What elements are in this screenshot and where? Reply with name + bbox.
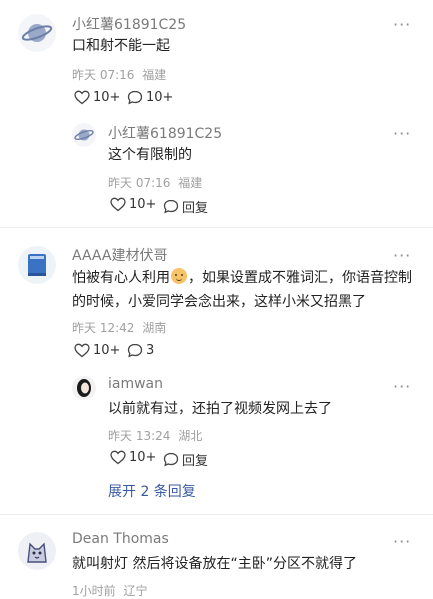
divider xyxy=(0,227,433,228)
planet-icon xyxy=(21,24,53,42)
planet-icon xyxy=(74,129,94,141)
comment-text: 这个有限制的 xyxy=(108,147,192,163)
location: 福建 xyxy=(178,176,203,190)
reply-button[interactable]: 回复 xyxy=(163,450,208,469)
comment-meta: 1小时前 辽宁 xyxy=(72,582,147,599)
comment-bubble-icon xyxy=(163,452,179,467)
comment-text-part: 怕被有心人利用 xyxy=(72,270,170,286)
timestamp: 昨天 07:16 xyxy=(72,68,135,82)
comment-text: 以前就有过，还拍了视频发网上去了 xyxy=(108,401,332,417)
reply-button[interactable]: 回复 xyxy=(163,197,208,216)
avatar[interactable] xyxy=(18,246,56,284)
comment-meta: 昨天 07:16 福建 xyxy=(72,66,166,83)
divider xyxy=(0,514,433,515)
like-count: 10+ xyxy=(93,343,121,358)
heart-icon xyxy=(74,90,90,105)
comment-bubble-icon xyxy=(127,343,143,358)
dog-icon xyxy=(27,542,47,563)
more-options-icon[interactable]: ··· xyxy=(393,534,411,550)
more-options-icon[interactable]: ··· xyxy=(393,379,411,395)
comment-text: 就叫射灯 然后将设备放在“主卧”分区不就得了 xyxy=(72,556,357,572)
username[interactable]: 小红薯61891C25 xyxy=(108,123,222,143)
like-button[interactable]: 10+ xyxy=(74,343,120,358)
like-button[interactable]: 10+ xyxy=(110,197,156,212)
location: 湖南 xyxy=(142,321,167,335)
avatar[interactable] xyxy=(18,532,56,570)
more-options-icon[interactable]: ··· xyxy=(393,126,411,142)
comment-button[interactable]: 3 xyxy=(127,343,154,358)
like-button[interactable]: 10+ xyxy=(74,90,120,105)
comment-text: 口和射不能一起 xyxy=(72,38,170,54)
avatar[interactable] xyxy=(72,376,96,400)
comment-bubble-icon xyxy=(127,90,143,105)
reply-label: 回复 xyxy=(182,454,209,469)
like-count: 10+ xyxy=(93,90,121,105)
timestamp: 昨天 07:16 xyxy=(108,176,171,190)
avatar[interactable] xyxy=(18,14,56,52)
like-count: 10+ xyxy=(129,197,157,212)
username[interactable]: Dean Thomas xyxy=(72,531,169,547)
heart-icon xyxy=(110,450,126,465)
like-button[interactable]: 10+ xyxy=(110,450,156,465)
timestamp: 昨天 13:24 xyxy=(108,429,171,443)
username[interactable]: AAAA建材伏哥 xyxy=(72,245,167,265)
comment-button[interactable]: 10+ xyxy=(127,90,173,105)
location: 福建 xyxy=(142,68,167,82)
avatar[interactable] xyxy=(72,123,96,147)
expand-replies-button[interactable]: 展开 2 条回复 xyxy=(108,481,196,501)
heart-icon xyxy=(74,343,90,358)
comment-meta: 昨天 12:42 湖南 xyxy=(72,319,166,336)
username[interactable]: iamwan xyxy=(108,376,163,392)
portrait-icon xyxy=(77,379,91,397)
comment-bubble-icon xyxy=(163,199,179,214)
location: 辽宁 xyxy=(123,584,148,598)
more-options-icon[interactable]: ··· xyxy=(393,248,411,264)
comment-text: 怕被有心人利用 ，如果设置成不雅词汇，你语音控制的时候，小爱同学会念出来，这样小米… xyxy=(72,266,412,314)
timestamp: 1小时前 xyxy=(72,584,116,598)
location: 湖北 xyxy=(178,429,203,443)
comment-meta: 昨天 13:24 湖北 xyxy=(108,427,202,444)
comment-count: 3 xyxy=(146,343,155,358)
timestamp: 昨天 12:42 xyxy=(72,321,135,335)
like-count: 10+ xyxy=(129,450,157,465)
heart-icon xyxy=(110,197,126,212)
username[interactable]: 小红薯61891C25 xyxy=(72,14,186,34)
comment-count: 10+ xyxy=(146,90,174,105)
smile-emoji-icon xyxy=(171,268,187,284)
book-icon xyxy=(28,254,46,276)
more-options-icon[interactable]: ··· xyxy=(393,17,411,33)
reply-label: 回复 xyxy=(182,201,209,216)
comment-meta: 昨天 07:16 福建 xyxy=(108,174,202,191)
